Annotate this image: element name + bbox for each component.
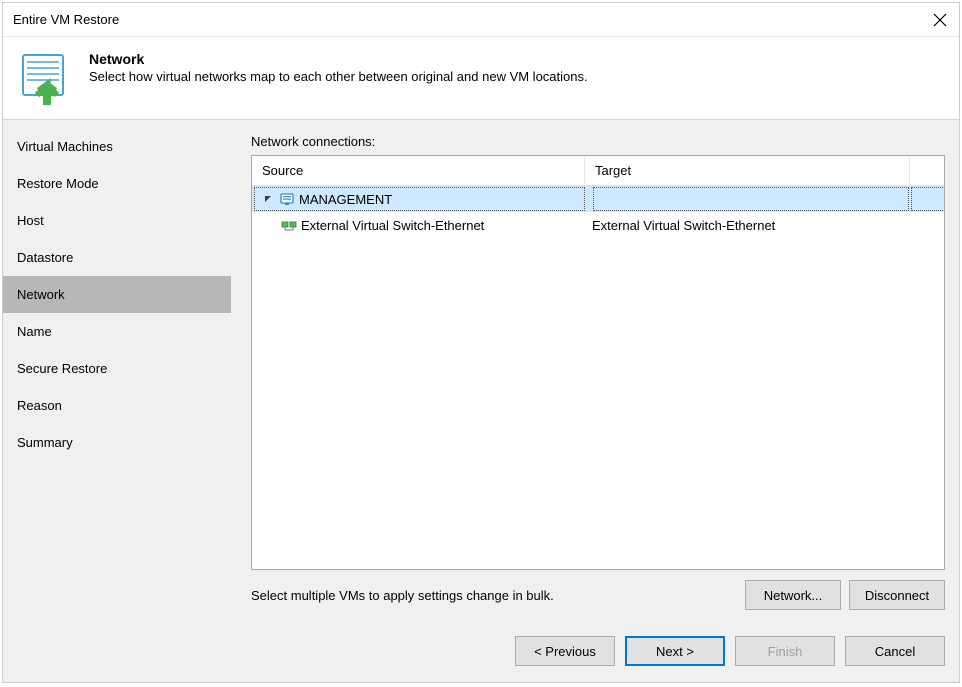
row-target-label: External Virtual Switch-Ethernet: [592, 218, 775, 233]
disconnect-button[interactable]: Disconnect: [849, 580, 945, 610]
column-header-target[interactable]: Target: [585, 156, 910, 185]
page-title: Network: [89, 51, 588, 67]
next-button[interactable]: Next >: [625, 636, 725, 666]
wizard-footer: < Previous Next > Finish Cancel: [3, 622, 959, 682]
row-source-label: MANAGEMENT: [299, 192, 392, 207]
page-icon: [17, 51, 71, 105]
section-label: Network connections:: [251, 134, 945, 149]
close-icon[interactable]: [931, 11, 949, 29]
network-button[interactable]: Network...: [745, 580, 841, 610]
sidebar-item-name[interactable]: Name: [3, 313, 231, 350]
wizard-header: Network Select how virtual networks map …: [3, 37, 959, 120]
main-panel: Network connections: Source Target: [231, 120, 959, 622]
sidebar-item-host[interactable]: Host: [3, 202, 231, 239]
page-subtitle: Select how virtual networks map to each …: [89, 69, 588, 84]
previous-button[interactable]: < Previous: [515, 636, 615, 666]
grid-row[interactable]: MANAGEMENT: [252, 186, 944, 212]
sidebar-item-network[interactable]: Network: [3, 276, 231, 313]
vm-icon: [279, 191, 295, 207]
column-header-source[interactable]: Source: [252, 156, 585, 185]
finish-button: Finish: [735, 636, 835, 666]
titlebar: Entire VM Restore: [3, 3, 959, 37]
sidebar-item-secure-restore[interactable]: Secure Restore: [3, 350, 231, 387]
hint-row: Select multiple VMs to apply settings ch…: [251, 580, 945, 610]
network-grid: Source Target: [251, 155, 945, 570]
grid-body: MANAGEMENT: [252, 186, 944, 569]
wizard-window: Entire VM Restore Network Select how vir…: [2, 2, 960, 683]
header-text: Network Select how virtual networks map …: [89, 51, 588, 105]
sidebar-item-datastore[interactable]: Datastore: [3, 239, 231, 276]
sidebar-item-reason[interactable]: Reason: [3, 387, 231, 424]
sidebar-item-restore-mode[interactable]: Restore Mode: [3, 165, 231, 202]
expand-toggle-icon[interactable]: [261, 192, 275, 206]
grid-row[interactable]: External Virtual Switch-Ethernet Externa…: [252, 212, 944, 238]
row-source-label: External Virtual Switch-Ethernet: [301, 218, 484, 233]
wizard-sidebar: Virtual Machines Restore Mode Host Datas…: [3, 120, 231, 622]
sidebar-item-summary[interactable]: Summary: [3, 424, 231, 461]
cancel-button[interactable]: Cancel: [845, 636, 945, 666]
wizard-body: Virtual Machines Restore Mode Host Datas…: [3, 120, 959, 622]
window-title: Entire VM Restore: [13, 12, 119, 27]
switch-icon: [281, 217, 297, 233]
action-buttons: Network... Disconnect: [745, 580, 945, 610]
grid-header: Source Target: [252, 156, 944, 186]
sidebar-item-virtual-machines[interactable]: Virtual Machines: [3, 128, 231, 165]
column-header-spacer: [910, 156, 944, 185]
hint-text: Select multiple VMs to apply settings ch…: [251, 588, 554, 603]
